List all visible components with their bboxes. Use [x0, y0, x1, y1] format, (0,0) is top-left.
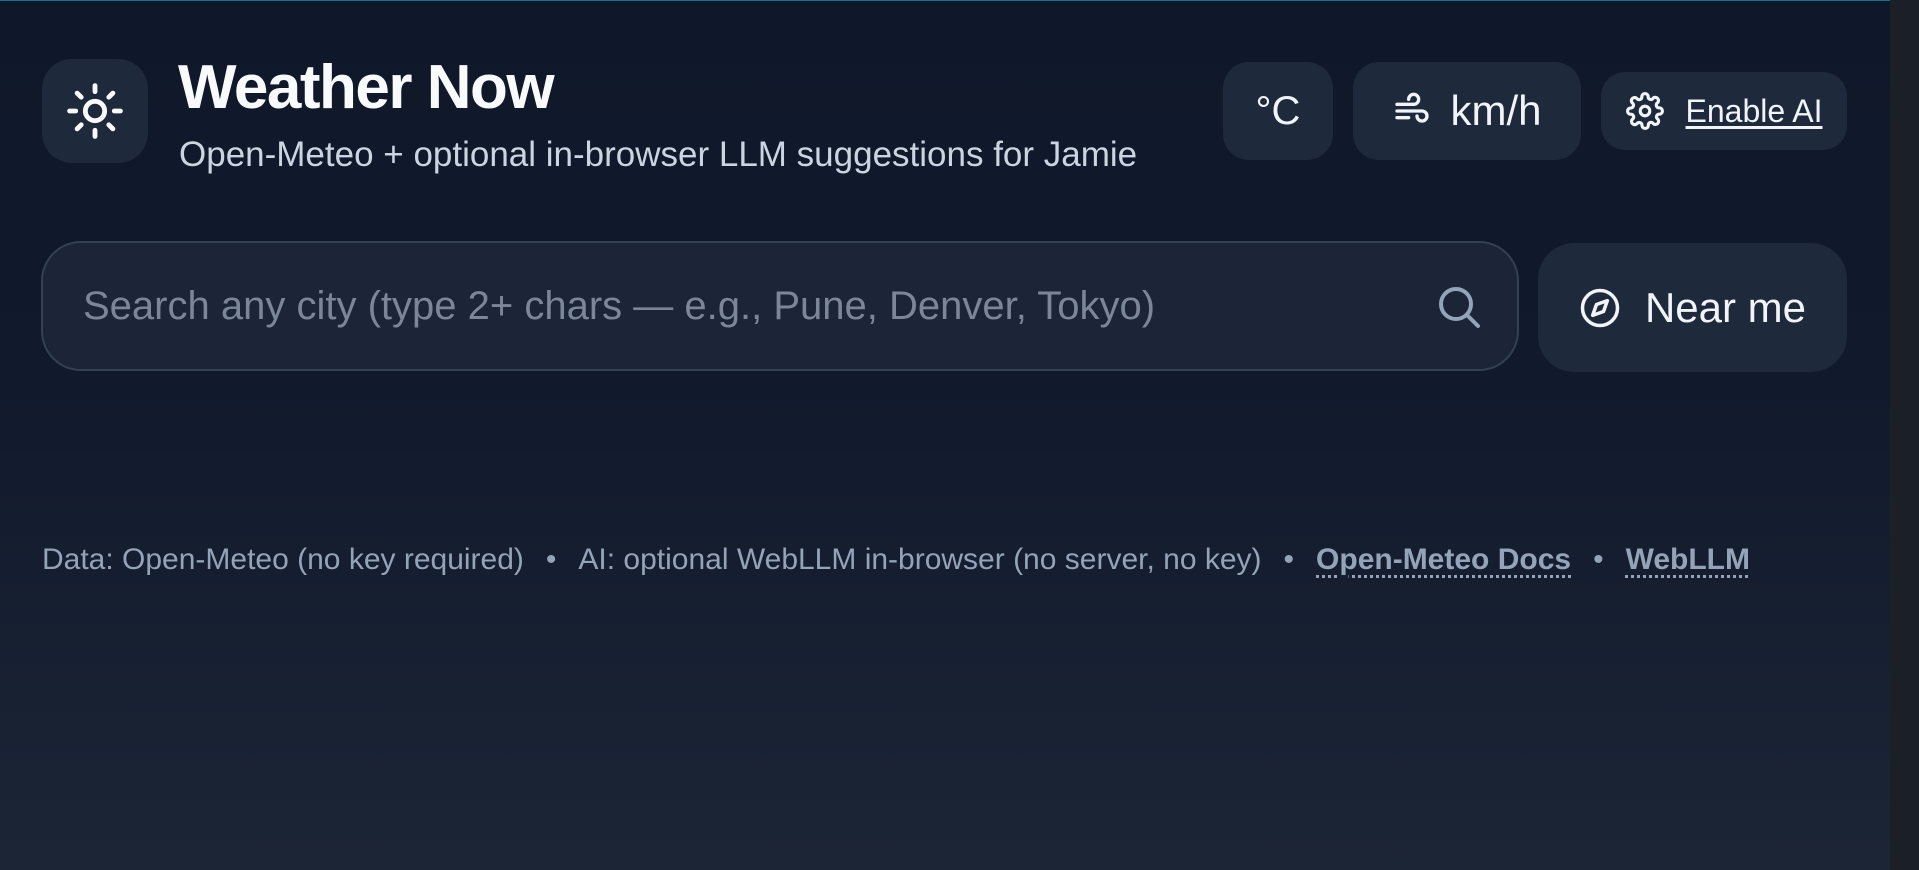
- footer-ai-note: AI: optional WebLLM in-browser (no serve…: [578, 543, 1262, 576]
- open-meteo-docs-link[interactable]: Open-Meteo Docs: [1316, 543, 1571, 577]
- search-icon[interactable]: [1435, 283, 1483, 331]
- footer-separator: •: [545, 543, 557, 576]
- webllm-link[interactable]: WebLLM: [1626, 543, 1750, 577]
- app-root: Weather Now Open-Meteo + optional in-bro…: [41, 0, 1847, 870]
- footer-separator: •: [1283, 543, 1295, 576]
- footer-data-note: Data: Open-Meteo (no key required): [42, 543, 524, 576]
- app-logo: [42, 59, 148, 163]
- sun-icon: [67, 83, 123, 139]
- footer-separator: •: [1593, 543, 1604, 576]
- near-me-button[interactable]: Near me: [1538, 243, 1847, 372]
- temperature-unit-toggle[interactable]: °C: [1223, 62, 1333, 160]
- near-me-label: Near me: [1644, 283, 1807, 331]
- wind-unit-label: km/h: [1450, 87, 1542, 134]
- footer: Data: Open-Meteo (no key required) • AI:…: [42, 543, 1750, 577]
- page-title: Weather Now: [178, 53, 555, 122]
- city-search-input[interactable]: [83, 243, 1403, 369]
- gear-icon: [1625, 92, 1664, 130]
- wind-unit-toggle[interactable]: km/h: [1353, 62, 1581, 160]
- enable-ai-button[interactable]: Enable AI: [1601, 72, 1847, 150]
- compass-icon: [1580, 288, 1620, 327]
- page-scrollbar[interactable]: [1890, 0, 1919, 870]
- temperature-unit-label: °C: [1255, 88, 1301, 133]
- page-subtitle: Open-Meteo + optional in-browser LLM sug…: [179, 135, 1138, 174]
- city-search-box[interactable]: [41, 241, 1519, 371]
- wind-icon: [1395, 92, 1430, 123]
- enable-ai-label: Enable AI: [1685, 92, 1823, 129]
